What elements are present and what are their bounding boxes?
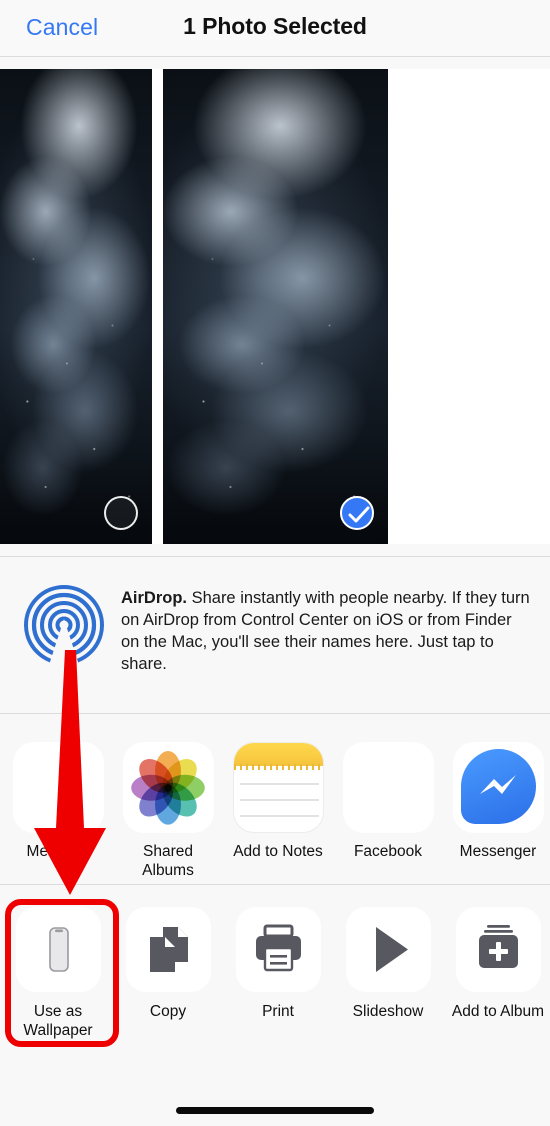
share-target-label: Messenger <box>459 843 537 860</box>
action-use-as-wallpaper[interactable]: Use as Wallpaper <box>6 885 110 1040</box>
action-copy[interactable]: Copy <box>116 885 220 1040</box>
share-target-add-to-notes[interactable]: Add to Notes <box>226 714 330 880</box>
action-label: Add to Album <box>451 1003 545 1020</box>
photos-app-icon <box>122 742 214 833</box>
iphone-wallpaper-icon <box>15 907 101 992</box>
empty-circle-icon[interactable] <box>104 496 138 530</box>
add-to-album-icon <box>455 907 541 992</box>
page-title: 1 Photo Selected <box>183 13 367 39</box>
share-target-facebook[interactable]: f Facebook <box>336 714 440 880</box>
photo-strip <box>0 69 550 544</box>
share-target-label: Shared Albums <box>142 843 194 879</box>
photo-image-2 <box>163 69 388 544</box>
action-label: Use as Wallpaper <box>23 1003 93 1039</box>
action-add-to-album[interactable]: Add to Album <box>446 885 550 1040</box>
photo-thumb-1[interactable] <box>0 69 152 544</box>
share-target-label: Facebook <box>353 843 423 860</box>
action-row: Use as Wallpaper Copy Print Slideshow Ad… <box>0 885 550 1070</box>
airdrop-title: AirDrop. <box>121 589 187 607</box>
action-slideshow[interactable]: Slideshow <box>336 885 440 1040</box>
share-target-messenger[interactable]: Messenger <box>446 714 550 880</box>
photo-thumb-2[interactable] <box>163 69 388 544</box>
notes-app-icon <box>232 742 324 833</box>
annotation-arrow <box>18 650 128 895</box>
action-label: Print <box>262 1003 294 1020</box>
action-label: Slideshow <box>352 1003 424 1020</box>
share-target-shared-albums[interactable]: Shared Albums <box>116 714 220 880</box>
share-target-label: Add to Notes <box>233 843 323 860</box>
action-print[interactable]: Print <box>226 885 330 1040</box>
printer-icon <box>235 907 321 992</box>
checkmark-circle-icon[interactable] <box>340 496 374 530</box>
airdrop-description: AirDrop. Share instantly with people nea… <box>121 587 533 675</box>
facebook-app-icon: f <box>342 742 434 833</box>
share-sheet-screen: Cancel 1 Photo Selected AirDrop. Share i… <box>0 0 550 1126</box>
home-indicator <box>176 1107 374 1114</box>
action-label: Copy <box>149 1003 187 1020</box>
header-bar: Cancel 1 Photo Selected <box>0 0 550 57</box>
messenger-app-icon <box>452 742 544 833</box>
copy-icon <box>125 907 211 992</box>
play-triangle-icon <box>345 907 431 992</box>
photo-image-1 <box>0 69 152 544</box>
